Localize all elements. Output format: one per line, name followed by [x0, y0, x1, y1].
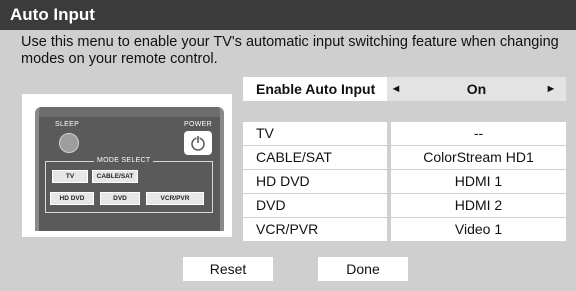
enable-auto-input-label: Enable Auto Input: [256, 81, 376, 97]
right-arrow-icon[interactable]: ►: [544, 77, 558, 101]
input-assignment-table: TV -- CABLE/SAT ColorStream HD1 HD DVD H…: [243, 122, 566, 242]
mode-vcr-pvr-button: VCR/PVR: [146, 192, 204, 205]
input-row-dvd[interactable]: DVD HDMI 2: [243, 194, 566, 217]
mode-tv-button: TV: [52, 170, 88, 183]
mode-cable-sat-button: CABLE/SAT: [92, 170, 138, 183]
input-value[interactable]: ColorStream HD1: [391, 146, 566, 169]
input-value[interactable]: HDMI 2: [391, 194, 566, 217]
input-value[interactable]: --: [391, 122, 566, 145]
mode-select-label: MODE SELECT: [94, 157, 154, 164]
mode-dvd-button: DVD: [100, 192, 140, 205]
menu-title: Auto Input: [0, 0, 576, 30]
input-value[interactable]: HDMI 1: [391, 170, 566, 193]
mode-hd-dvd-button: HD DVD: [50, 192, 94, 205]
mode-select-group: MODE SELECT TV CABLE/SAT HD DVD DVD VCR/…: [45, 157, 213, 213]
enable-auto-input-row[interactable]: Enable Auto Input On ◄ ►: [243, 77, 566, 101]
left-arrow-icon[interactable]: ◄: [389, 77, 403, 101]
reset-button[interactable]: Reset: [183, 257, 273, 281]
power-label: POWER: [184, 121, 212, 128]
remote-illustration: SLEEP POWER MODE SELECT TV CABLE/SAT HD …: [22, 94, 232, 237]
input-name: VCR/PVR: [243, 218, 387, 241]
input-name: CABLE/SAT: [243, 146, 387, 169]
input-row-tv[interactable]: TV --: [243, 122, 566, 145]
input-value[interactable]: Video 1: [391, 218, 566, 241]
input-name: TV: [243, 122, 387, 145]
input-name: DVD: [243, 194, 387, 217]
auto-input-menu: Auto Input Use this menu to enable your …: [0, 0, 576, 291]
sleep-button-icon: [59, 133, 79, 153]
done-button[interactable]: Done: [318, 257, 408, 281]
sleep-label: SLEEP: [55, 121, 80, 128]
input-row-vcr-pvr[interactable]: VCR/PVR Video 1: [243, 218, 566, 241]
enable-auto-input-value: On: [466, 81, 487, 97]
power-icon: [191, 135, 205, 151]
input-row-hd-dvd[interactable]: HD DVD HDMI 1: [243, 170, 566, 193]
remote-top-strip: [39, 107, 220, 117]
power-button: [184, 131, 212, 155]
menu-description: Use this menu to enable your TV's automa…: [21, 34, 559, 67]
remote-body: SLEEP POWER MODE SELECT TV CABLE/SAT HD …: [35, 107, 224, 231]
input-row-cable-sat[interactable]: CABLE/SAT ColorStream HD1: [243, 146, 566, 169]
input-name: HD DVD: [243, 170, 387, 193]
enable-auto-input-selector[interactable]: On ◄ ►: [387, 77, 566, 101]
